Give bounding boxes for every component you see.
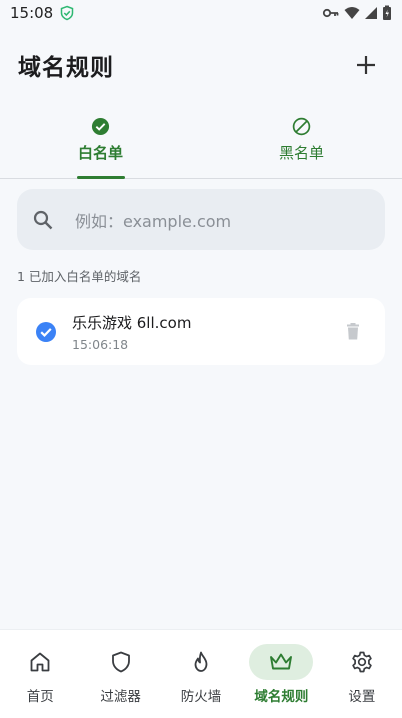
add-button[interactable] xyxy=(348,47,384,83)
nav-firewall-icon-wrap xyxy=(169,644,233,680)
trash-icon xyxy=(347,323,359,340)
status-icons xyxy=(322,5,392,21)
tab-whitelist-label: 白名单 xyxy=(77,144,123,162)
status-time: 15:08 xyxy=(10,4,54,22)
home-icon xyxy=(30,652,50,672)
search-icon xyxy=(33,210,53,229)
wifi-icon xyxy=(344,7,360,19)
search-placeholder: 例如：example.com xyxy=(75,211,232,231)
delete-button[interactable] xyxy=(339,318,367,346)
list-item[interactable]: 乐乐游戏 6ll.com 15:06:18 xyxy=(17,298,385,365)
status-bar: 15:08 xyxy=(0,0,402,26)
battery-icon xyxy=(383,5,391,20)
app-header: 域名规则 xyxy=(0,40,402,90)
key-icon xyxy=(322,8,339,18)
nav-domain-rules-label: 域名规则 xyxy=(254,689,309,705)
domain-info: 乐乐游戏 6ll.com 15:06:18 xyxy=(72,312,191,352)
plus-icon xyxy=(357,56,375,74)
page-title: 域名规则 xyxy=(18,55,114,81)
nav-filters[interactable]: 过滤器 xyxy=(80,630,160,718)
domain-name: 乐乐游戏 6ll.com xyxy=(72,313,192,332)
nav-filters-icon-wrap xyxy=(89,644,153,680)
nav-firewall-label: 防火墙 xyxy=(180,689,222,705)
check-circle-icon xyxy=(91,117,110,136)
shield-status-icon xyxy=(60,5,74,21)
tab-blacklist[interactable]: 黑名单 xyxy=(201,110,402,178)
domain-time: 15:06:18 xyxy=(72,336,129,352)
tab-blacklist-label: 黑名单 xyxy=(278,144,324,162)
block-icon xyxy=(292,117,311,136)
tab-whitelist[interactable]: 白名单 xyxy=(0,110,201,179)
checkbox-checked-icon[interactable] xyxy=(35,321,57,343)
nav-domain-rules[interactable]: 域名规则 xyxy=(241,630,321,718)
bottom-nav: 首页 过滤器 防火墙 域名规则 设置 xyxy=(0,629,402,718)
nav-settings-label: 设置 xyxy=(348,689,376,705)
nav-firewall[interactable]: 防火墙 xyxy=(161,630,241,718)
nav-home[interactable]: 首页 xyxy=(0,630,80,718)
whitelist-count: 1 已加入白名单的域名 xyxy=(17,269,142,284)
nav-domain-rules-icon-wrap xyxy=(249,644,314,680)
tab-bar: 白名单 黑名单 xyxy=(0,110,402,179)
signal-icon xyxy=(365,7,377,19)
shield-icon xyxy=(111,651,130,673)
nav-settings[interactable]: 设置 xyxy=(322,630,402,718)
nav-home-label: 首页 xyxy=(26,689,54,705)
nav-filters-label: 过滤器 xyxy=(100,689,141,705)
nav-home-icon-wrap xyxy=(8,644,72,680)
flame-icon xyxy=(194,651,208,672)
search-input[interactable]: 例如：example.com xyxy=(17,189,385,250)
nav-settings-icon-wrap xyxy=(330,644,394,680)
crown-icon xyxy=(270,653,293,670)
tab-active-indicator xyxy=(76,176,125,179)
gear-icon xyxy=(352,651,372,673)
